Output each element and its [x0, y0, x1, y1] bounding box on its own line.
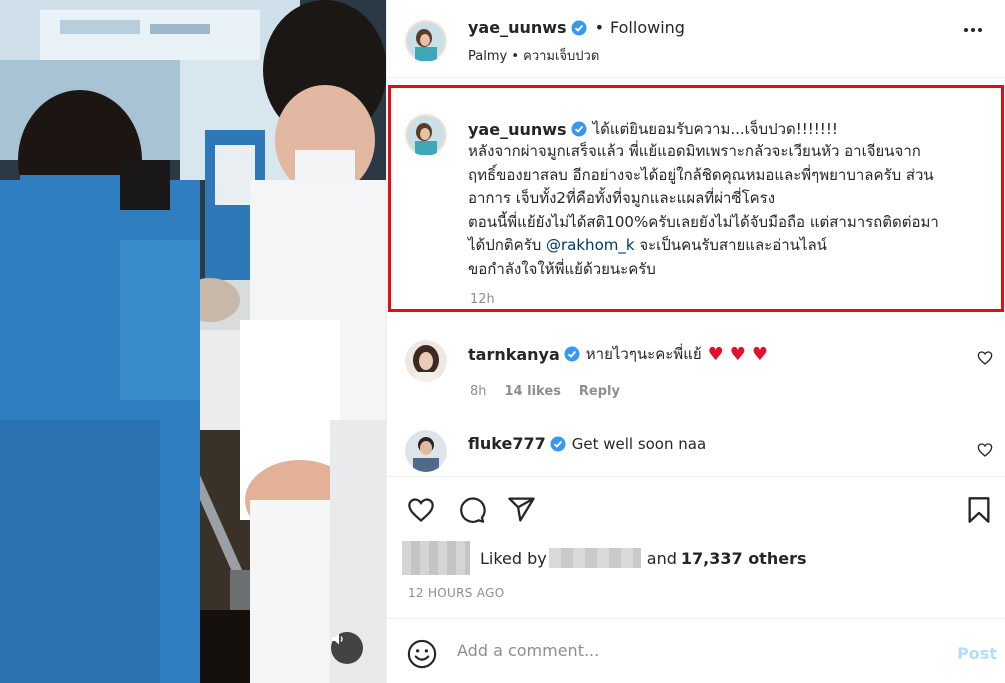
- emoji-icon[interactable]: [407, 639, 437, 669]
- post-timestamp[interactable]: 12 HOURS AGO: [408, 586, 504, 600]
- likes-summary: Liked by and 17,337 others: [402, 541, 806, 575]
- save-bookmark-icon[interactable]: [965, 495, 993, 525]
- comment-text: Get well soon naa: [571, 434, 707, 453]
- mention-link[interactable]: @rakhom_k: [546, 236, 635, 254]
- likes-and-label: and: [646, 548, 677, 568]
- comment-text: หายไวๆนะคะพี่แย้: [585, 345, 702, 363]
- caption-line-text: ได้ปกติครับ: [468, 236, 547, 254]
- audio-toggle-button[interactable]: [331, 632, 363, 664]
- post-media[interactable]: [0, 0, 386, 683]
- comment-bubble-icon[interactable]: [457, 496, 487, 524]
- more-options-icon[interactable]: [964, 28, 982, 32]
- caption-line: อาการ เจ็บทั้ง2ที่คือทั้งที่จมูกและแผลที…: [468, 189, 776, 207]
- comment-item: fluke777 Get well soon naa: [468, 434, 706, 453]
- liker-avatars-blurred[interactable]: [402, 541, 470, 575]
- comment-username[interactable]: fluke777: [468, 434, 546, 453]
- caption-username[interactable]: yae_uunws: [468, 120, 567, 139]
- post-details-panel: yae_uunws • Following Palmy • ความเจ็บปว…: [386, 0, 1005, 683]
- comment-time[interactable]: 8h: [470, 384, 487, 399]
- commenter-avatar[interactable]: [405, 340, 447, 382]
- post-header: yae_uunws • Following Palmy • ความเจ็บปว…: [387, 0, 1005, 78]
- caption-line: หลังจากผ่าจมูกเสร็จแล้ว พี่แย้แอดมิทเพรา…: [468, 142, 921, 160]
- caption-line: ฤทธิ์ของยาสลบ อีกอย่างจะได้อยู่ใกล้ชิดคุ…: [468, 165, 934, 184]
- commenter-avatar[interactable]: [405, 430, 447, 472]
- caption-text: หลังจากผ่าจมูกเสร็จแล้ว พี่แย้แอดมิทเพรา…: [468, 140, 988, 281]
- share-send-icon[interactable]: [507, 495, 536, 524]
- speaker-icon: [332, 633, 343, 645]
- caption-line: ขอกำลังใจให้พี่แย้ด้วยนะครับ: [468, 259, 656, 278]
- caption-header: yae_uunws ได้แต่ยินยอมรับความ...เจ็บปวด!…: [468, 117, 838, 141]
- comment-like-icon[interactable]: [977, 350, 993, 366]
- caption-timestamp[interactable]: 12h: [470, 292, 495, 307]
- comment-like-icon[interactable]: [977, 442, 993, 458]
- liker-name-blurred[interactable]: [548, 548, 641, 568]
- like-heart-icon[interactable]: [406, 496, 436, 524]
- verified-badge-icon: [550, 436, 566, 451]
- caption-first-line: ได้แต่ยินยอมรับความ...เจ็บปวด!!!!!!!: [592, 120, 838, 138]
- caption-line: ได้ปกติครับ @rakhom_k จะเป็นคนรับสายและอ…: [468, 234, 988, 258]
- caption-line-text: จะเป็นคนรับสายและอ่านไลน์: [634, 236, 827, 254]
- reply-button[interactable]: Reply: [579, 384, 620, 399]
- author-username[interactable]: yae_uunws: [468, 18, 567, 37]
- separator-dot: •: [594, 18, 604, 37]
- audio-track-label[interactable]: Palmy • ความเจ็บปวด: [468, 45, 599, 66]
- action-bar-divider: [387, 476, 1005, 477]
- liked-by-label: Liked by: [480, 548, 547, 568]
- caption-author-avatar[interactable]: [405, 114, 447, 156]
- comment-item: tarnkanya หายไวๆนะคะพี่แย้ ♥♥♥: [468, 342, 774, 366]
- following-button[interactable]: Following: [610, 18, 685, 37]
- verified-badge-icon: [571, 20, 587, 35]
- author-avatar[interactable]: [405, 20, 447, 62]
- heart-emoji: ♥♥♥: [707, 343, 775, 365]
- verified-badge-icon: [571, 121, 587, 137]
- ambulance-scene-image: [0, 0, 386, 683]
- add-comment-bar: Post: [387, 618, 1005, 683]
- verified-badge-icon: [564, 346, 580, 362]
- post-comment-button[interactable]: Post: [957, 644, 997, 663]
- comment-username[interactable]: tarnkanya: [468, 345, 560, 364]
- caption-line: ตอนนี้พี่แย้ยังไม่ได้สติ100%ครับเลยยังไม…: [468, 212, 939, 231]
- likes-count-link[interactable]: 17,337 others: [681, 549, 807, 568]
- comment-meta: 8h 14 likes Reply: [470, 384, 620, 399]
- comment-likes[interactable]: 14 likes: [505, 384, 561, 399]
- add-comment-input[interactable]: [457, 641, 927, 660]
